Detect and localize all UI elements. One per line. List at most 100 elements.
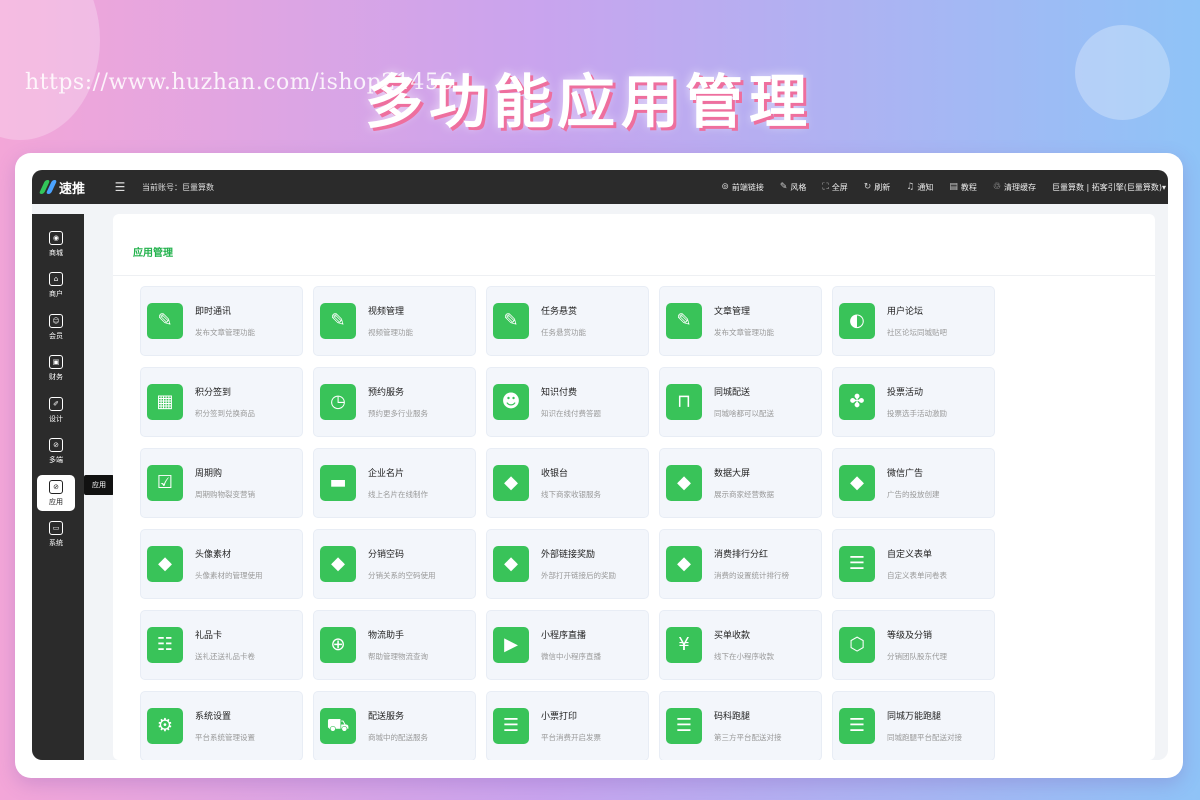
app-card-text: 配送服务 商城中的配送服务 [368,709,428,743]
app-description: 社区论坛同城贴吧 [887,328,947,337]
app-card[interactable]: ▶ 小程序直播 微信中小程序直播 [486,610,649,680]
app-card[interactable]: ◆ 消费排行分红 消费的设置统计排行榜 [659,529,822,599]
app-description: 商城中的配送服务 [368,733,428,742]
apps-icon: ⊘ [49,479,63,494]
app-card[interactable]: ◷ 预约服务 预约更多行业服务 [313,367,476,437]
trash-icon: ♲ [992,182,1001,192]
logo-text: 速推 [59,181,86,197]
app-card[interactable]: ☰ 小票打印 平台消费开启发票 [486,691,649,760]
app-description: 投票选手活动激励 [887,409,947,418]
scooter-icon: ⛟ [320,708,356,744]
app-card[interactable]: ◆ 微信广告 广告的投放创建 [832,448,995,518]
app-name: 微信广告 [887,469,924,479]
menu-toggle-icon[interactable]: ☰ [102,180,138,194]
app-card[interactable]: ✤ 投票活动 投票选手活动激励 [832,367,995,437]
sidebar-item[interactable]: ▭ 系统 [37,517,75,553]
app-name: 企业名片 [368,469,405,479]
app-card[interactable]: ☰ 同城万能跑腿 同城跑腿平台配送对接 [832,691,995,760]
app-card-text: 积分签到 积分签到兑换商品 [195,385,255,419]
app-card[interactable]: ◐ 用户论坛 社区论坛同城贴吧 [832,286,995,356]
app-description: 线下在小程序收款 [714,652,774,661]
app-card[interactable]: ☰ 码科跑腿 第三方平台配送对接 [659,691,822,760]
toolbar-item-label: 刷新 [874,182,891,192]
app-card[interactable]: ▦ 积分签到 积分签到兑换商品 [140,367,303,437]
sidebar-item-label: 多端 [49,456,63,464]
toolbar-item[interactable]: ♫ 通知 [906,182,933,193]
decor-blob-right [1075,25,1170,120]
sidebar-item-label: 商城 [49,248,63,257]
receipt-icon: ☰ [666,708,702,744]
app-card-text: 知识付费 知识在线付费答题 [541,385,601,419]
app-description: 发布文章管理功能 [714,328,774,337]
sidebar-item-label: 商户 [49,290,63,298]
app-card[interactable]: ✎ 文章管理 发布文章管理功能 [659,286,822,356]
diamond-icon: ◆ [320,546,356,582]
sidebar-item[interactable]: ⊘ 应用 [37,475,75,511]
app-card[interactable]: ☑ 周期购 周期购物裂变营销 [140,448,303,518]
app-card-text: 企业名片 线上名片在线制作 [368,466,428,500]
toolbar-item[interactable]: ▤ 教程 [949,182,977,193]
app-card[interactable]: ⚙ 系统设置 平台系统管理设置 [140,691,303,760]
app-card[interactable]: ☷ 礼品卡 送礼还送礼品卡卷 [140,610,303,680]
app-name: 投票活动 [887,388,924,398]
toolbar-item[interactable]: ↻ 刷新 [864,182,891,193]
sidebar-item[interactable]: ▣ 财务 [37,351,75,387]
app-card[interactable]: ◆ 外部链接奖励 外部打开链接后的奖励 [486,529,649,599]
app-card[interactable]: ⊓ 同城配送 同城啥都可以配送 [659,367,822,437]
app-card-text: 用户论坛社区论坛同城贴吧 [887,304,947,338]
app-card-text: 礼品卡 送礼还送礼品卡卷 [195,628,255,662]
app-name: 系统设置 [195,712,232,722]
app-name: 等级及分销 [887,631,933,641]
app-card[interactable]: ◆ 分销空码 分销关系的空码使用 [313,529,476,599]
app-name: 积分签到 [195,388,232,398]
logo[interactable]: 速推 [32,178,102,197]
toolbar-item[interactable]: ♲ 清理缓存 [993,182,1036,193]
app-card[interactable]: ☻ 知识付费 知识在线付费答题 [486,367,649,437]
app-card[interactable]: ◆ 头像素材 头像素材的管理使用 [140,529,303,599]
sidebar-item[interactable]: ☺ 会员 [37,309,75,345]
sidebar-item[interactable]: ✐ 设计 [37,392,75,428]
style-icon: ✎ [779,182,788,192]
app-card[interactable]: ✎ 视频管理 视频管理功能 [313,286,476,356]
app-card[interactable]: ☰ 自定义表单 自定义表单问卷表 [832,529,995,599]
sidebar-item[interactable]: ⊘ 多端 [37,434,75,470]
app-card[interactable]: ⛟ 配送服务 商城中的配送服务 [313,691,476,760]
toolbar-item[interactable]: ✎ 风格 [780,182,807,193]
app-card[interactable]: ◆ 数据大屏 展示商家经营数据 [659,448,822,518]
app-description: 头像素材的管理使用 [195,571,263,580]
app-card[interactable]: ▬ 企业名片 线上名片在线制作 [313,448,476,518]
bag-check-icon: ☑ [147,465,183,501]
toolbar: ⊚ 前端链接 ✎ 风格 ⛶ 全屏 ↻ 刷新 ♫ 通知 ▤ 教程 ♲ 清理缓存 [721,182,1052,193]
app-card-text: 消费排行分红消费的设置统计排行榜 [714,547,789,581]
app-card[interactable]: ◆ 收银台 线下商家收银服务 [486,448,649,518]
app-name: 物流助手 [368,631,405,641]
app-card[interactable]: ✎ 即时通讯 发布文章管理功能 [140,286,303,356]
sidebar-item[interactable]: ⌂ 商户 [37,268,75,304]
user-menu[interactable]: 巨量算数 | 拓客引擎(巨量算数)▾ [1052,182,1166,193]
sidebar-item-label: 会员 [49,331,63,340]
multi-end-icon: ⊘ [49,438,63,452]
toolbar-item[interactable]: ⛶ 全屏 [822,182,847,193]
toolbar-item[interactable]: ⊚ 前端链接 [721,182,764,193]
design-icon: ✐ [49,396,63,411]
sidebar-item-label: 应用 [49,497,63,506]
sidebar-item[interactable]: ◉ 商城 [37,226,75,262]
app-card-text: 即时通讯 发布文章管理功能 [195,304,255,338]
app-name: 消费排行分红 [714,550,769,560]
app-name: 用户论坛 [887,307,924,317]
app-card-text: 头像素材 头像素材的管理使用 [195,547,263,581]
app-name: 视频管理 [368,307,405,317]
app-card[interactable]: ¥ 买单收款 线下在小程序收款 [659,610,822,680]
page-title: 应用管理 [133,248,173,259]
app-card-text: 同城万能跑腿 同城跑腿平台配送对接 [887,709,962,743]
merchant-icon: ⌂ [49,272,63,286]
app-card-text: 数据大屏 展示商家经营数据 [714,466,774,500]
app-card[interactable]: ✎ 任务悬赏 任务悬赏功能 [486,286,649,356]
toolbar-item-label: 风格 [790,182,807,192]
alarm-clock-icon: ◷ [320,384,356,420]
yen-phone-icon: ¥ [666,627,702,663]
app-card[interactable]: ⊕ 物流助手 帮助管理物流查询 [313,610,476,680]
app-description: 消费的设置统计排行榜 [714,571,789,580]
app-card[interactable]: ⬡ 等级及分销 分销团队股东代理 [832,610,995,680]
app-name: 同城配送 [714,388,751,398]
